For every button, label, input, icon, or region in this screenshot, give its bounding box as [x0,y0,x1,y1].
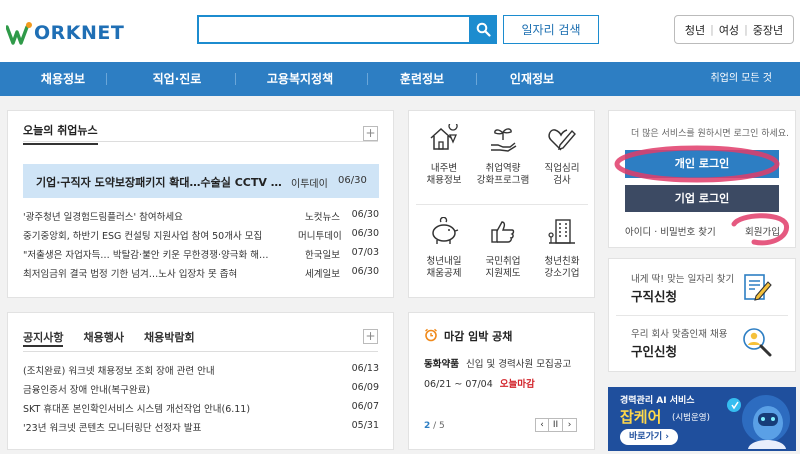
alarm-clock-icon [425,328,437,342]
headline-title[interactable]: 기업·구직자 도약보장패키지 확대…수술실 CCTV … [36,174,281,190]
job-seek-subtitle: 내게 딱! 맞는 일자리 찾기 [631,274,735,285]
service-psych-test[interactable]: 직업심리 검사 [531,124,593,187]
ad-pilot: (시범운영) [672,413,710,423]
job-offer-subtitle: 우리 회사 맞춤인재 채용 [631,329,728,340]
service-employability-program[interactable]: 취업역량 강화프로그램 [472,124,534,187]
main-nav: 채용정보 직업·진로 고용복지정책 훈련정보 인재정보 취업의 모든 것 [0,62,800,96]
notice-item[interactable]: SKT 휴대폰 본인확인서비스 시스템 개선작업 안내(6.11) 06/07 [23,401,379,415]
nav-job-career[interactable]: 직업·진로 [122,62,232,96]
all-services-link[interactable]: 취업의 모든 것 [710,62,772,96]
logo-w-icon [6,22,32,45]
tab-notices[interactable]: 공지사항 [23,329,64,347]
women-link[interactable]: 여성 [719,22,739,38]
notice-item[interactable]: '23년 워크넷 콘텐츠 모니터링단 선정자 발표 05/31 [23,420,379,434]
building-icon [548,219,575,244]
tab-recruit-events[interactable]: 채용행사 [83,329,123,347]
ad-line1: 경력관리 AI 서비스 [620,396,695,406]
sprout-hand-icon [491,128,517,152]
deadline-period: 06/21 ~ 07/04 [424,379,493,390]
news-item[interactable]: "저출생은 자업자득… 박탈감·불안 키운 무한경쟁·양극화 해… 한국일보 07/… [23,247,379,261]
next-button[interactable]: › [563,418,577,432]
youth-link[interactable]: 청년 [685,22,705,38]
headline-date: 06/30 [338,175,367,186]
audience-links: 청년 | 여성 | 중장년 [674,15,794,44]
thumbs-up-icon [491,221,515,243]
login-hint: 더 많은 서비스를 원하시면 로그인 하세요. [631,129,789,139]
pause-button[interactable]: II [549,418,563,432]
news-item[interactable]: '광주청년 일경험드림플러스' 참여하세요 노컷뉴스 06/30 [23,209,379,223]
news-item[interactable]: 최저임금위 결국 법정 기한 넘겨…노사 입장차 못 좁혀 세계일보 06/30 [23,266,379,280]
document-pen-icon [744,274,772,301]
worknet-logo[interactable]: ORKNET [6,18,124,48]
ad-cta-button[interactable]: 바로가기 › [620,429,678,445]
job-seek-title[interactable]: 구직신청 [631,286,677,305]
news-more-button[interactable]: + [363,126,378,141]
logo-text: ORKNET [34,22,125,44]
deadline-title: 마감 임박 공채 [444,330,513,343]
service-youth-friendly-company[interactable]: 청년친화 강소기업 [531,217,593,280]
news-item[interactable]: 중기중앙회, 하반기 ESG 컨설팅 지원사업 참여 50개사 모집 머니투데이 0… [23,228,379,242]
notices-more-button[interactable]: + [363,329,378,344]
person-magnifier-icon [743,328,772,357]
nav-talent-info[interactable]: 인재정보 [482,62,582,96]
nav-recruit-info[interactable]: 채용정보 [18,62,108,96]
news-headline[interactable]: 기업·구직자 도약보장패키지 확대…수술실 CCTV … 이투데이 06/30 [23,164,379,198]
page-total: / 5 [433,421,445,431]
tab-job-fairs[interactable]: 채용박람회 [144,329,195,347]
service-youth-savings[interactable]: 청년내일 채움공제 [413,216,475,280]
job-offer-title[interactable]: 구인신청 [631,341,677,360]
notice-item[interactable]: 금융인증서 장애 안내(복구완료) 06/09 [23,382,379,396]
annotation-highlight [614,145,789,246]
job-search-button[interactable]: 일자리 검색 [503,15,599,44]
deadline-pager: ‹ II › [535,418,577,432]
jobcare-ad-banner[interactable]: 경력관리 AI 서비스 잡케어 (시범운영) 바로가기 › [608,387,796,451]
middle-aged-link[interactable]: 중장년 [753,22,783,38]
headline-source: 이투데이 [291,179,328,190]
ai-robot-illustration-icon [727,395,790,449]
service-nearby-jobs[interactable]: 내주변 채용정보 [413,121,475,187]
piggy-bank-icon [432,216,459,244]
site-header: ORKNET 일자리 검색 청년 | 여성 | 중장년 [0,0,800,62]
notice-item[interactable]: (조치완료) 워크넷 채용정보 조회 장애 관련 안내 06/13 [23,363,379,377]
page-current: 2 [424,421,431,431]
search-icon [476,22,491,37]
search-button[interactable] [470,15,497,44]
house-location-icon [430,121,458,150]
search-input[interactable] [197,15,471,44]
deadline-company: 동화약품 [424,359,459,370]
heart-pen-icon [548,129,576,151]
notice-tabs: 공지사항 채용행사 채용박람회 [23,329,215,347]
deadline-status: 오늘마감 [499,379,535,390]
deadline-job: 신입 및 경력사원 모집공고 [466,359,572,370]
nav-training-info[interactable]: 훈련정보 [372,62,472,96]
ad-brand: 잡케어 [620,408,662,426]
deadline-job-posting[interactable]: 동화약품 신입 및 경력사원 모집공고 [424,356,571,370]
nav-welfare-policy[interactable]: 고용복지정책 [245,62,355,96]
prev-button[interactable]: ‹ [535,418,549,432]
service-national-employment[interactable]: 국민취업 지원제도 [472,217,534,280]
